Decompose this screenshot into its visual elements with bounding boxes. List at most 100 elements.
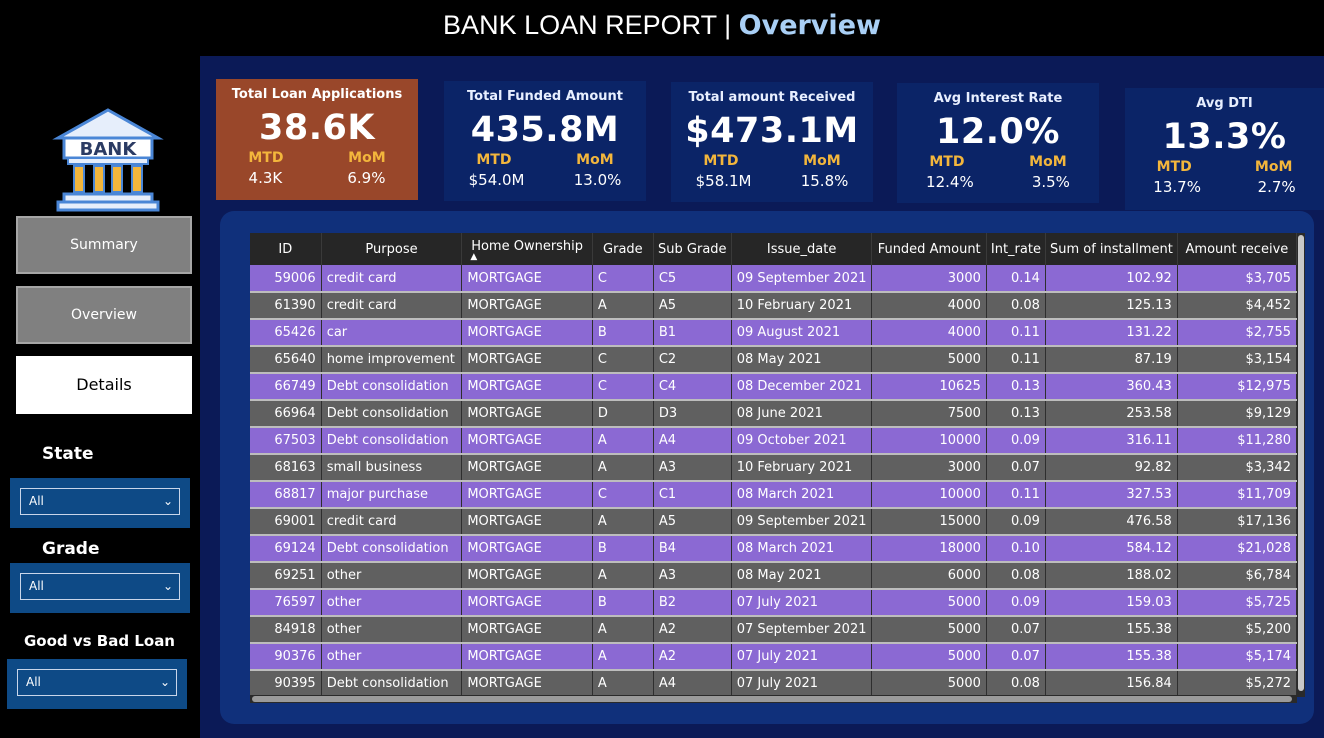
column-header-amount-received[interactable]: Amount receive	[1177, 233, 1298, 265]
cell-home-ownership: MORTGAGE	[461, 265, 593, 293]
cell-int-rate: 0.11	[986, 481, 1046, 509]
nav-details-button[interactable]: Details	[16, 356, 192, 414]
cell-funded-amount: 6000	[871, 562, 987, 590]
vertical-scrollbar-thumb[interactable]	[1298, 235, 1304, 691]
chevron-down-icon: ⌄	[162, 579, 173, 593]
column-header-id[interactable]: ID	[250, 233, 322, 265]
cell-issue-date: 10 February 2021	[731, 454, 873, 482]
cell-installment: 155.38	[1045, 643, 1178, 671]
bank-logo-icon: BANK	[52, 108, 164, 212]
cell-id: 90395	[250, 670, 322, 698]
cell-issue-date: 10 February 2021	[731, 292, 873, 320]
table-body: 59006 credit card MORTGAGE C C5 09 September …	[250, 265, 1298, 698]
kpi-mtd-label: MTD	[248, 150, 284, 166]
kpi-title: Total Loan Applications	[231, 87, 403, 102]
cell-id: 84918	[250, 616, 322, 644]
table-row[interactable]: 65426 car MORTGAGE B B1 09 August 2021 4000 0.1…	[250, 319, 1298, 347]
cell-id: 69251	[250, 562, 322, 590]
cell-purpose: other	[321, 562, 463, 590]
state-dropdown[interactable]: All ⌄	[20, 488, 180, 515]
cell-purpose: Debt consolidation	[321, 670, 463, 698]
table-row[interactable]: 76597 other MORTGAGE B B2 07 July 2021 5000 0.0…	[250, 589, 1298, 617]
column-header-funded-amount[interactable]: Funded Amount	[871, 233, 987, 265]
table-row[interactable]: 90395 Debt consolidation MORTGAGE A A4 07 Jul…	[250, 670, 1298, 698]
horizontal-scrollbar[interactable]	[250, 695, 1297, 703]
kpi-title: Avg Interest Rate	[933, 91, 1063, 106]
cell-issue-date: 09 September 2021	[731, 265, 873, 293]
table-row[interactable]: 84918 other MORTGAGE A A2 07 September 2021 50…	[250, 616, 1298, 644]
cell-sub-grade: C4	[653, 373, 732, 401]
nav-summary-button[interactable]: Summary	[16, 216, 192, 274]
cell-home-ownership: MORTGAGE	[461, 589, 593, 617]
cell-issue-date: 07 July 2021	[731, 589, 873, 617]
cell-id: 59006	[250, 265, 322, 293]
column-header-purpose[interactable]: Purpose	[321, 233, 463, 265]
cell-installment: 316.11	[1045, 427, 1178, 455]
vertical-scrollbar[interactable]	[1297, 233, 1305, 697]
column-header-sub-grade[interactable]: Sub Grade	[653, 233, 732, 265]
cell-sub-grade: B4	[653, 535, 732, 563]
cell-installment: 159.03	[1045, 589, 1178, 617]
cell-grade: A	[592, 643, 654, 671]
cell-issue-date: 08 June 2021	[731, 400, 873, 428]
cell-funded-amount: 18000	[871, 535, 987, 563]
table-row[interactable]: 66964 Debt consolidation MORTGAGE D D3 08 Jun…	[250, 400, 1298, 428]
table-row[interactable]: 69124 Debt consolidation MORTGAGE B B4 08 Mar…	[250, 535, 1298, 563]
table-row[interactable]: 68817 major purchase MORTGAGE C C1 08 March 2…	[250, 481, 1298, 509]
cell-id: 69124	[250, 535, 322, 563]
table-row[interactable]: 69251 other MORTGAGE A A3 08 May 2021 6000 0.08…	[250, 562, 1298, 590]
table-row[interactable]: 61390 credit card MORTGAGE A A5 10 February 2…	[250, 292, 1298, 320]
cell-grade: A	[592, 454, 654, 482]
cell-amount-received: $2,755	[1177, 319, 1298, 347]
kpi-mtd-value: $58.1M	[695, 172, 752, 190]
svg-text:BANK: BANK	[80, 139, 138, 160]
grade-dropdown-value: All	[29, 579, 44, 593]
cell-int-rate: 0.14	[986, 265, 1046, 293]
cell-amount-received: $5,174	[1177, 643, 1298, 671]
column-header-int-rate[interactable]: Int_rate	[986, 233, 1046, 265]
kpi-mtd-label: MTD	[929, 154, 965, 170]
cell-sub-grade: B2	[653, 589, 732, 617]
cell-id: 90376	[250, 643, 322, 671]
cell-installment: 188.02	[1045, 562, 1178, 590]
table-row[interactable]: 59006 credit card MORTGAGE C C5 09 September …	[250, 265, 1298, 293]
horizontal-scrollbar-thumb[interactable]	[252, 696, 1292, 702]
column-header-issue-date[interactable]: Issue_date	[731, 233, 873, 265]
cell-funded-amount: 5000	[871, 589, 987, 617]
cell-amount-received: $11,709	[1177, 481, 1298, 509]
column-header-home-ownership[interactable]: Home Ownership ▲	[461, 233, 593, 265]
cell-sub-grade: A2	[653, 616, 732, 644]
column-header-sum-of-installment[interactable]: Sum of installment	[1045, 233, 1178, 265]
cell-sub-grade: A4	[653, 670, 732, 698]
kpi-avg-interest-rate: Avg Interest Rate 12.0% MTD MoM 12.4% 3.5%	[897, 83, 1099, 203]
cell-amount-received: $11,280	[1177, 427, 1298, 455]
loan-quality-dropdown[interactable]: All ⌄	[17, 669, 177, 696]
grade-dropdown[interactable]: All ⌄	[20, 573, 180, 600]
table-row[interactable]: 68163 small business MORTGAGE A A3 10 Februar…	[250, 454, 1298, 482]
nav-overview-button[interactable]: Overview	[16, 286, 192, 344]
cell-id: 67503	[250, 427, 322, 455]
cell-amount-received: $6,784	[1177, 562, 1298, 590]
cell-id: 66749	[250, 373, 322, 401]
cell-id: 69001	[250, 508, 322, 536]
cell-grade: C	[592, 373, 654, 401]
report-subtitle: Overview	[738, 10, 881, 41]
cell-int-rate: 0.11	[986, 346, 1046, 374]
kpi-mom-label: MoM	[1029, 154, 1067, 170]
table-row[interactable]: 90376 other MORTGAGE A A2 07 July 2021 5000 0.0…	[250, 643, 1298, 671]
kpi-value: 38.6K	[259, 108, 375, 148]
table-row[interactable]: 65640 home improvement MORTGAGE C C2 08 May 2…	[250, 346, 1298, 374]
column-header-grade[interactable]: Grade	[592, 233, 654, 265]
cell-purpose: other	[321, 616, 463, 644]
kpi-total-amount-received: Total amount Received $473.1M MTD MoM $58…	[671, 82, 873, 202]
table-row[interactable]: 67503 Debt consolidation MORTGAGE A A4 09 Oct…	[250, 427, 1298, 455]
cell-amount-received: $4,452	[1177, 292, 1298, 320]
table-row[interactable]: 69001 credit card MORTGAGE A A5 09 September …	[250, 508, 1298, 536]
table-row[interactable]: 66749 Debt consolidation MORTGAGE C C4 08 Dec…	[250, 373, 1298, 401]
cell-home-ownership: MORTGAGE	[461, 400, 593, 428]
cell-purpose: home improvement	[321, 346, 463, 374]
cell-amount-received: $5,272	[1177, 670, 1298, 698]
cell-issue-date: 07 July 2021	[731, 670, 873, 698]
cell-grade: A	[592, 670, 654, 698]
cell-funded-amount: 10625	[871, 373, 987, 401]
